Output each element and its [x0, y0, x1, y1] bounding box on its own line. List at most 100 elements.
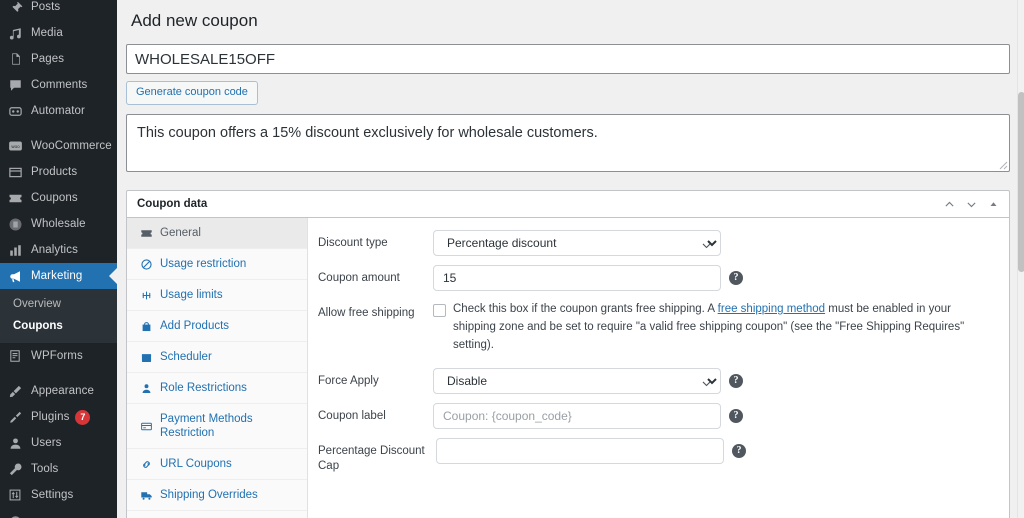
tab-scheduler[interactable]: Scheduler [127, 342, 307, 373]
submenu-item-overview[interactable]: Overview [0, 293, 117, 315]
allow-free-shipping-checkbox[interactable] [433, 304, 446, 317]
sidebar-item-plugins[interactable]: Plugins 7 [0, 404, 117, 430]
card-icon [139, 419, 153, 433]
field-force-apply: Force Apply Disable ? [318, 368, 995, 394]
sidebar-item-tools[interactable]: Tools [0, 456, 117, 482]
automator-icon [6, 102, 24, 120]
sidebar-item-pages[interactable]: Pages [0, 46, 117, 72]
sidebar-item-label: Wholesale [31, 218, 86, 230]
tools-icon [6, 460, 24, 478]
coupon-amount-help-icon[interactable]: ? [729, 271, 743, 285]
tab-shipping-overrides[interactable]: Shipping Overrides [127, 480, 307, 511]
free-shipping-method-link[interactable]: free shipping method [718, 303, 825, 315]
field-percentage-discount-cap: Percentage Discount Cap ? [318, 438, 995, 474]
users-icon [6, 434, 24, 452]
field-discount-type: Discount type Percentage discount [318, 230, 995, 256]
sidebar-item-appearance[interactable]: Appearance [0, 378, 117, 404]
tab-usage-restriction[interactable]: Usage restriction [127, 249, 307, 280]
collapse-icon [6, 512, 24, 518]
coupon-description-text: This coupon offers a 15% discount exclus… [137, 125, 598, 141]
admin-sidebar: Posts Media Pages Comments Automator woo… [0, 0, 117, 518]
sidebar-item-woocommerce[interactable]: woo WooCommerce [0, 133, 117, 159]
wpforms-icon [6, 347, 24, 365]
sidebar-item-label: Automator [31, 105, 85, 117]
tab-label: Scheduler [160, 351, 212, 363]
settings-icon [6, 486, 24, 504]
svg-text:woo: woo [11, 144, 20, 149]
tab-label: Usage restriction [160, 258, 247, 270]
coupon-amount-input[interactable] [433, 265, 721, 291]
limit-icon [139, 288, 153, 302]
tab-label: Usage limits [160, 289, 223, 301]
coupon-code-input[interactable] [126, 44, 1010, 74]
ticket-icon [6, 189, 24, 207]
sidebar-item-partial[interactable] [0, 508, 117, 518]
sidebar-item-analytics[interactable]: Analytics [0, 237, 117, 263]
sidebar-item-posts[interactable]: Posts [0, 0, 117, 20]
wordpress-admin-screen: Posts Media Pages Comments Automator woo… [0, 0, 1024, 518]
sidebar-item-label: WooCommerce [31, 140, 112, 152]
sidebar-item-label: Marketing [31, 270, 83, 282]
sidebar-item-label: Coupons [31, 192, 78, 204]
panel-header-actions [940, 195, 1003, 214]
coupon-label-input[interactable] [433, 403, 721, 429]
submenu-item-coupons[interactable]: Coupons [0, 315, 117, 337]
tab-usage-limits[interactable]: Usage limits [127, 280, 307, 311]
sidebar-item-comments[interactable]: Comments [0, 72, 117, 98]
tab-label: URL Coupons [160, 458, 232, 470]
percentage-discount-cap-input[interactable] [436, 438, 724, 464]
field-label: Force Apply [318, 375, 379, 387]
coupon-data-panel: Coupon data General Usage restriction Us… [126, 190, 1010, 518]
sidebar-item-media[interactable]: Media [0, 20, 117, 46]
tab-label: Payment Methods Restriction [160, 413, 253, 439]
sidebar-item-marketing[interactable]: Marketing [0, 263, 117, 289]
discount-type-select[interactable]: Percentage discount [433, 230, 721, 256]
sidebar-item-settings[interactable]: Settings [0, 482, 117, 508]
field-label: Discount type [318, 237, 388, 249]
scrollbar-thumb[interactable] [1018, 92, 1024, 272]
tab-role-restrictions[interactable]: Role Restrictions [127, 373, 307, 404]
pages-icon [6, 50, 24, 68]
tab-label: Role Restrictions [160, 382, 247, 394]
tab-add-products[interactable]: Add Products [127, 311, 307, 342]
coupon-data-body: General Usage restriction Usage limits A… [127, 218, 1009, 518]
sidebar-item-users[interactable]: Users [0, 430, 117, 456]
free-shipping-text-before: Check this box if the coupon grants free… [453, 303, 718, 315]
percentage-discount-cap-help-icon[interactable]: ? [732, 444, 746, 458]
menu-separator [0, 124, 117, 133]
sidebar-item-label: Pages [31, 53, 65, 65]
generate-coupon-code-button[interactable]: Generate coupon code [126, 81, 258, 105]
sidebar-item-automator[interactable]: Automator [0, 98, 117, 124]
coupon-label-help-icon[interactable]: ? [729, 409, 743, 423]
coupon-description-textarea[interactable]: This coupon offers a 15% discount exclus… [126, 114, 1010, 172]
allow-free-shipping-description: Check this box if the coupon grants free… [453, 300, 995, 354]
plugins-update-badge: 7 [75, 409, 91, 425]
ticket-icon [139, 226, 153, 240]
field-label: Coupon label [318, 410, 386, 422]
move-down-icon[interactable] [962, 195, 981, 214]
resize-handle-icon[interactable] [996, 158, 1008, 170]
sidebar-item-products[interactable]: Products [0, 159, 117, 185]
sidebar-item-label: Plugins [31, 411, 70, 423]
page-title: Add new coupon [131, 11, 258, 30]
sidebar-item-wpforms[interactable]: WPForms [0, 343, 117, 369]
coupon-general-fields: Discount type Percentage discount Coupon [308, 218, 1009, 518]
tab-url-coupons[interactable]: URL Coupons [127, 449, 307, 480]
toggle-panel-icon[interactable] [984, 195, 1003, 214]
tab-one-click-apply[interactable]: One Click Apply [127, 511, 307, 518]
coupon-data-panel-title: Coupon data [137, 197, 208, 210]
tab-payment-methods-restriction[interactable]: Payment Methods Restriction [127, 404, 307, 449]
force-apply-select[interactable]: Disable [433, 368, 721, 394]
coupon-data-tabs: General Usage restriction Usage limits A… [127, 218, 308, 518]
page-scrollbar[interactable] [1017, 0, 1024, 518]
move-up-icon[interactable] [940, 195, 959, 214]
sidebar-item-wholesale[interactable]: Wholesale [0, 211, 117, 237]
force-apply-help-icon[interactable]: ? [729, 374, 743, 388]
tab-label: Add Products [160, 320, 230, 332]
sidebar-item-label: Comments [31, 79, 88, 91]
coupon-data-panel-header: Coupon data [127, 191, 1009, 218]
sidebar-item-coupons[interactable]: Coupons [0, 185, 117, 211]
tab-general[interactable]: General [127, 218, 307, 249]
truck-icon [139, 488, 153, 502]
main-content: Add new coupon Generate coupon code This… [117, 0, 1024, 518]
